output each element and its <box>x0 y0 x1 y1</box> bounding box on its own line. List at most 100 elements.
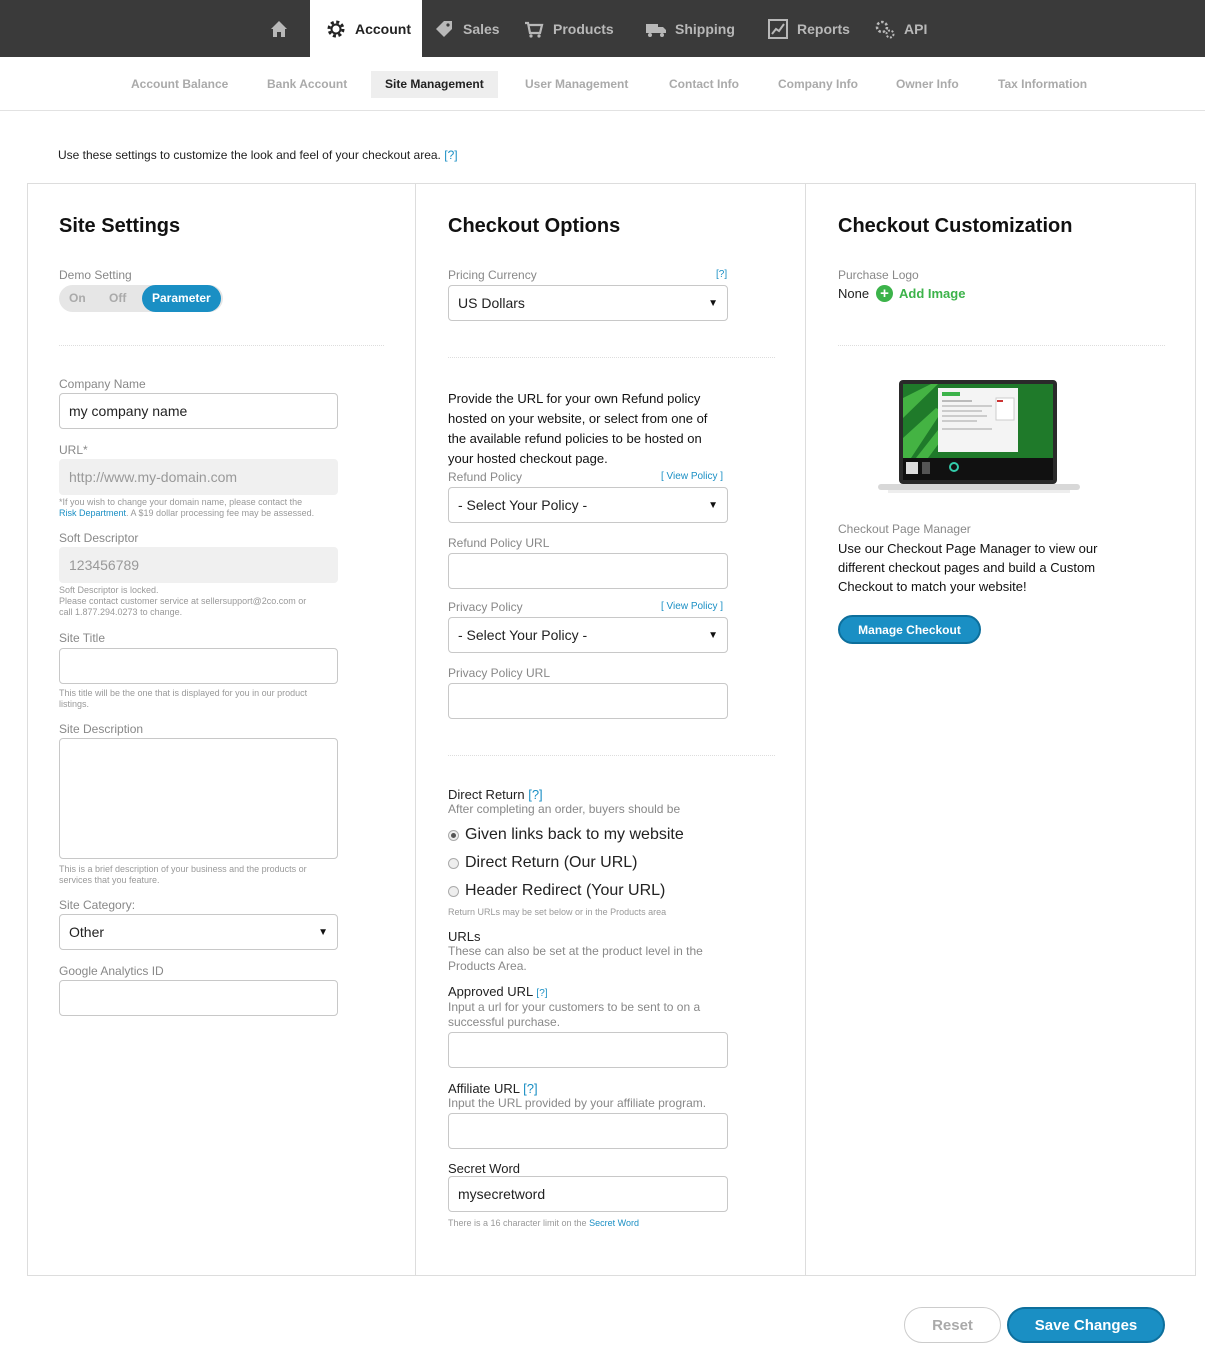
site-desc-note-1: This is a brief description of your busi… <box>59 864 307 874</box>
direct-return-help-link[interactable]: [?] <box>528 787 542 802</box>
privacy-policy-select[interactable]: - Select Your Policy - ▼ <box>448 617 728 653</box>
tab-user-management[interactable]: User Management <box>511 71 642 98</box>
radio-given-links-label: Given links back to my website <box>465 826 684 843</box>
approved-url-sub: Input a url for your customers to be sen… <box>448 1000 700 1030</box>
radio-given-links[interactable]: Given links back to my website <box>448 826 684 844</box>
privacy-url-input[interactable] <box>448 683 728 719</box>
nav-sales[interactable]: Sales <box>433 0 500 57</box>
tab-tax-information[interactable]: Tax Information <box>984 71 1101 98</box>
secret-word-link[interactable]: Secret Word <box>589 1218 639 1228</box>
intro-help-link[interactable]: [?] <box>444 148 457 162</box>
tab-bank-account[interactable]: Bank Account <box>253 71 361 98</box>
radio-direct-return[interactable]: Direct Return (Our URL) <box>448 854 637 872</box>
refund-description: Provide the URL for your own Refund poli… <box>448 389 748 469</box>
google-analytics-input[interactable] <box>59 980 338 1016</box>
site-title-input[interactable] <box>59 648 338 684</box>
site-category-select[interactable]: Other ▼ <box>59 914 338 950</box>
secret-word-note: There is a 16 character limit on the Sec… <box>448 1218 639 1229</box>
approved-url-label: Approved URL [?] <box>448 984 548 999</box>
checkout-customization-title: Checkout Customization <box>838 215 1073 237</box>
nav-account[interactable]: Account <box>310 0 422 57</box>
privacy-view-policy-link[interactable]: [ View Policy ] <box>661 601 723 612</box>
intro-label: Use these settings to customize the look… <box>58 148 441 162</box>
approved-url-text: Approved URL <box>448 984 533 999</box>
manage-checkout-button[interactable]: Manage Checkout <box>838 615 981 644</box>
refund-url-label: Refund Policy URL <box>448 536 550 550</box>
affiliate-url-text: Affiliate URL <box>448 1081 520 1096</box>
google-analytics-label: Google Analytics ID <box>59 964 164 978</box>
url-label: URL* <box>59 443 88 457</box>
company-name-input[interactable]: my company name <box>59 393 338 429</box>
approved-url-input[interactable] <box>448 1032 728 1068</box>
demo-option-parameter[interactable]: Parameter <box>142 285 221 312</box>
reset-button[interactable]: Reset <box>904 1307 1001 1343</box>
demo-option-on[interactable]: On <box>69 285 86 312</box>
add-image-label: Add Image <box>899 286 966 301</box>
direct-return-label: Direct Return [?] <box>448 787 543 802</box>
secret-word-input[interactable]: mysecretword <box>448 1176 728 1212</box>
tab-site-management[interactable]: Site Management <box>371 71 498 98</box>
add-image-button[interactable]: + Add Image <box>876 285 965 302</box>
secret-word-label: Secret Word <box>448 1161 521 1176</box>
site-description-label: Site Description <box>59 722 144 736</box>
site-title-note: This title will be the one that is displ… <box>59 688 349 710</box>
site-title-note-1: This title will be the one that is displ… <box>59 688 308 698</box>
refund-view-policy-link[interactable]: [ View Policy ] <box>661 471 723 482</box>
demo-setting-toggle[interactable]: On Off Parameter <box>59 285 223 312</box>
manager-text-1: Use our Checkout Page Manager to view ou… <box>838 541 1098 556</box>
chart-icon <box>767 18 789 40</box>
affiliate-url-sub: Input the URL provided by your affiliate… <box>448 1096 707 1110</box>
return-urls-note: Return URLs may be set below or in the P… <box>448 907 667 917</box>
refund-policy-select[interactable]: - Select Your Policy - ▼ <box>448 487 728 523</box>
tab-company-info[interactable]: Company Info <box>764 71 872 98</box>
nav-shipping[interactable]: Shipping <box>645 0 735 57</box>
truck-icon <box>645 18 667 40</box>
tab-owner-info[interactable]: Owner Info <box>882 71 973 98</box>
refund-text-4: your hosted checkout page. <box>448 451 608 466</box>
radio-header-redirect[interactable]: Header Redirect (Your URL) <box>448 882 665 900</box>
divider <box>59 345 384 346</box>
demo-setting-label: Demo Setting <box>59 268 132 282</box>
approved-url-help-link[interactable]: [?] <box>536 988 547 999</box>
soft-descriptor-input[interactable]: 123456789 <box>59 547 338 583</box>
nav-reports-label: Reports <box>797 20 850 37</box>
risk-department-link[interactable]: Risk Department <box>59 508 126 518</box>
divider <box>448 755 775 756</box>
affiliate-url-input[interactable] <box>448 1113 728 1149</box>
nav-api[interactable]: API <box>874 0 927 57</box>
checkout-options-title: Checkout Options <box>448 215 621 237</box>
caret-down-icon: ▼ <box>318 926 328 938</box>
soft-note-3: call 1.877.294.0273 to change. <box>59 607 183 617</box>
checkout-page-manager-text: Use our Checkout Page Manager to view ou… <box>838 539 1158 596</box>
gear-icon <box>325 18 347 40</box>
privacy-url-label: Privacy Policy URL <box>448 666 551 680</box>
tab-account-balance[interactable]: Account Balance <box>117 71 242 98</box>
pricing-currency-select[interactable]: US Dollars ▼ <box>448 285 728 321</box>
top-navigation: Account Sales Products Shipping Reports … <box>0 0 1205 57</box>
save-changes-button[interactable]: Save Changes <box>1007 1307 1165 1343</box>
urls-sub-1: These can also be set at the product lev… <box>448 944 703 958</box>
nav-home[interactable] <box>268 0 296 57</box>
pricing-help-link[interactable]: [?] <box>716 269 727 280</box>
site-description-note: This is a brief description of your busi… <box>59 864 349 886</box>
checkout-page-manager-label: Checkout Page Manager <box>838 522 971 536</box>
radio-unselected-icon <box>448 857 459 869</box>
nav-reports[interactable]: Reports <box>767 0 850 57</box>
purchase-logo-label: Purchase Logo <box>838 268 919 282</box>
tab-contact-info[interactable]: Contact Info <box>655 71 753 98</box>
manager-text-3: Checkout to match your website! <box>838 579 1027 594</box>
demo-option-off[interactable]: Off <box>109 285 126 312</box>
site-category-value: Other <box>69 924 105 940</box>
affiliate-url-help-link[interactable]: [?] <box>523 1081 537 1096</box>
tag-icon <box>433 18 455 40</box>
nav-api-label: API <box>904 20 928 37</box>
pricing-currency-label: Pricing Currency <box>448 268 537 282</box>
checkout-customization-panel <box>805 183 1196 1276</box>
site-description-textarea[interactable] <box>59 738 338 859</box>
refund-url-input[interactable] <box>448 553 728 589</box>
url-input[interactable]: http://www.my-domain.com <box>59 459 338 495</box>
privacy-policy-value: - Select Your Policy - <box>458 627 588 643</box>
caret-down-icon: ▼ <box>708 297 718 309</box>
nav-products[interactable]: Products <box>523 0 614 57</box>
caret-down-icon: ▼ <box>708 499 718 511</box>
